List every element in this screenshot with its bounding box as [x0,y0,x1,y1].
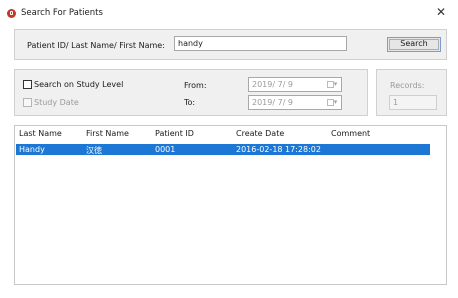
cell-first-name: 汉徳 [86,146,102,155]
study-level-checkbox[interactable] [23,80,32,89]
search-panel: Patient ID/ Last Name/ First Name: handy… [14,29,447,60]
title-bar: Search For Patients ✕ [0,0,458,26]
app-icon [7,9,16,18]
cell-create-date: 2016-02-18 17:28:02 [236,145,321,154]
cell-last-name: Handy [19,145,45,154]
calendar-dropdown-icon[interactable]: ▾ [324,97,340,108]
study-date-label[interactable]: Study Date [34,98,79,107]
from-date-picker[interactable]: 2019/ 7/ 9 ▾ [248,77,342,92]
from-label: From: [184,81,207,90]
column-header-patient-id[interactable]: Patient ID [155,129,194,138]
table-row[interactable]: Handy 汉徳 0001 2016-02-18 17:28:02 [16,144,430,155]
table-header: Last Name First Name Patient ID Create D… [15,126,446,141]
column-header-create-date[interactable]: Create Date [236,129,284,138]
column-header-first-name[interactable]: First Name [86,129,129,138]
to-date-picker[interactable]: 2019/ 7/ 9 ▾ [248,95,342,110]
search-input[interactable]: handy [174,36,347,51]
search-button-label: Search [400,39,428,48]
records-label: Records: [390,81,425,90]
calendar-dropdown-icon[interactable]: ▾ [324,79,340,90]
search-label: Patient ID/ Last Name/ First Name: [27,41,165,50]
records-panel: Records: 1 [376,69,447,116]
from-date-value: 2019/ 7/ 9 [252,80,294,89]
column-header-last-name[interactable]: Last Name [19,129,62,138]
close-icon[interactable]: ✕ [436,5,446,19]
to-date-value: 2019/ 7/ 9 [252,98,294,107]
records-count: 1 [389,95,437,110]
results-table[interactable]: Last Name First Name Patient ID Create D… [14,125,447,285]
window-title: Search For Patients [21,8,103,18]
search-button[interactable]: Search [387,37,441,52]
study-level-label[interactable]: Search on Study Level [34,80,123,89]
to-label: To: [184,98,196,107]
study-date-checkbox[interactable] [23,98,32,107]
column-header-comment[interactable]: Comment [331,129,370,138]
filter-panel: Search on Study Level Study Date From: 2… [14,69,368,116]
cell-patient-id: 0001 [155,145,176,154]
